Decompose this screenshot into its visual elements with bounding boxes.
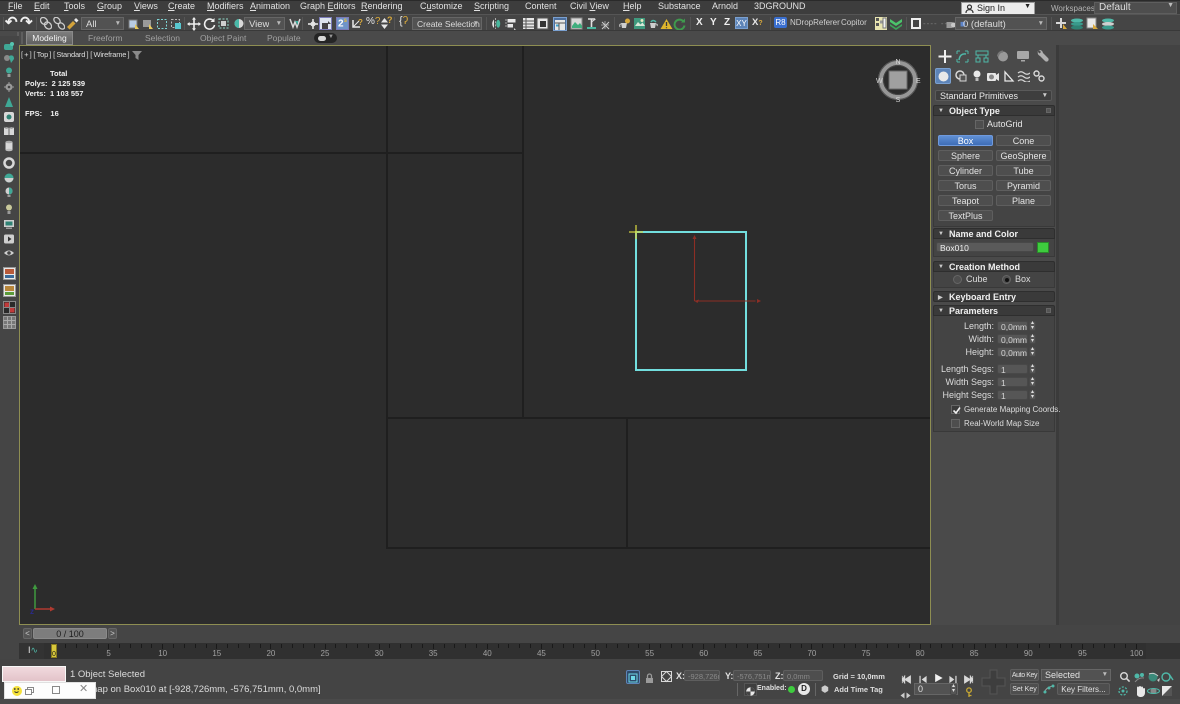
svg-text:?: ? [358, 18, 363, 27]
svg-text:E: E [916, 78, 921, 85]
svg-text:S: S [896, 97, 901, 103]
svg-text:z: z [30, 607, 34, 616]
svg-text:N: N [895, 59, 900, 66]
svg-text:W: W [876, 78, 883, 85]
